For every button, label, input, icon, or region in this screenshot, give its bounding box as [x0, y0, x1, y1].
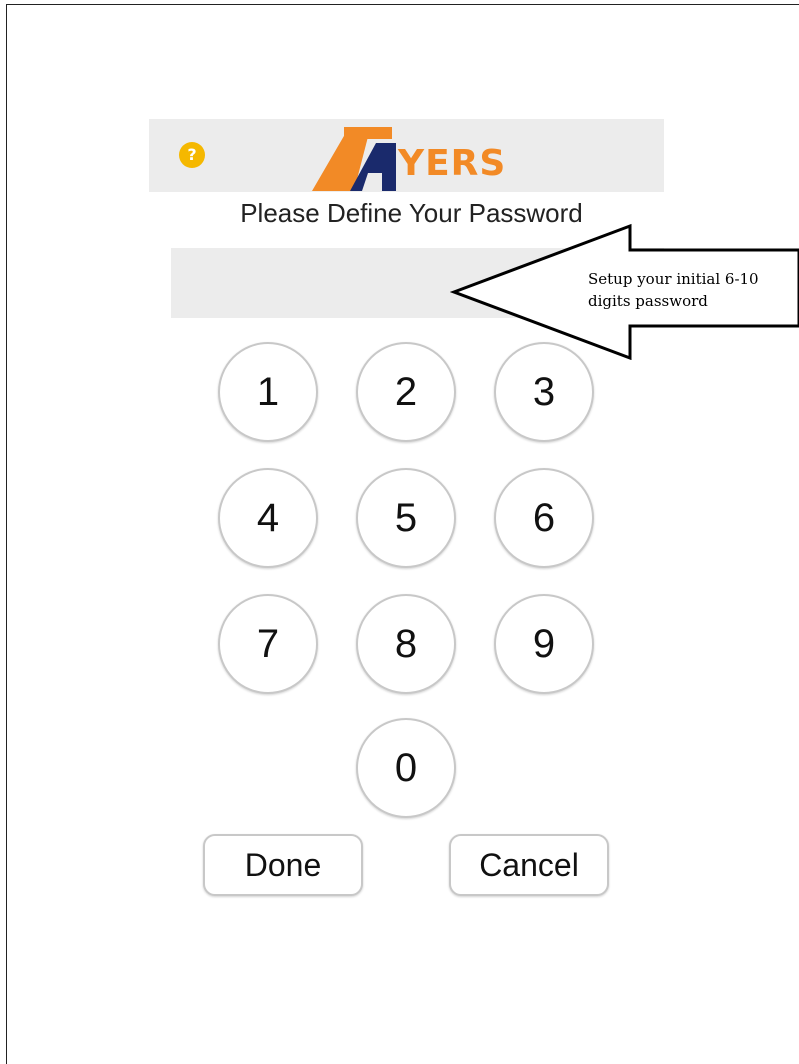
logo-wordmark: YERS	[398, 143, 507, 184]
keypad-key-8[interactable]: 8	[356, 594, 456, 694]
help-icon[interactable]: ?	[179, 142, 205, 168]
callout-arrow	[450, 223, 799, 360]
keypad-key-1[interactable]: 1	[218, 342, 318, 442]
keypad-key-9[interactable]: 9	[494, 594, 594, 694]
cancel-button[interactable]: Cancel	[449, 834, 609, 896]
keypad-key-7[interactable]: 7	[218, 594, 318, 694]
keypad-key-2[interactable]: 2	[356, 342, 456, 442]
keypad-key-3[interactable]: 3	[494, 342, 594, 442]
keypad-key-5[interactable]: 5	[356, 468, 456, 568]
done-button[interactable]: Done	[203, 834, 363, 896]
keypad-key-4[interactable]: 4	[218, 468, 318, 568]
ayers-logo: YERS	[310, 121, 510, 193]
keypad-key-0[interactable]: 0	[356, 718, 456, 818]
keypad-key-6[interactable]: 6	[494, 468, 594, 568]
